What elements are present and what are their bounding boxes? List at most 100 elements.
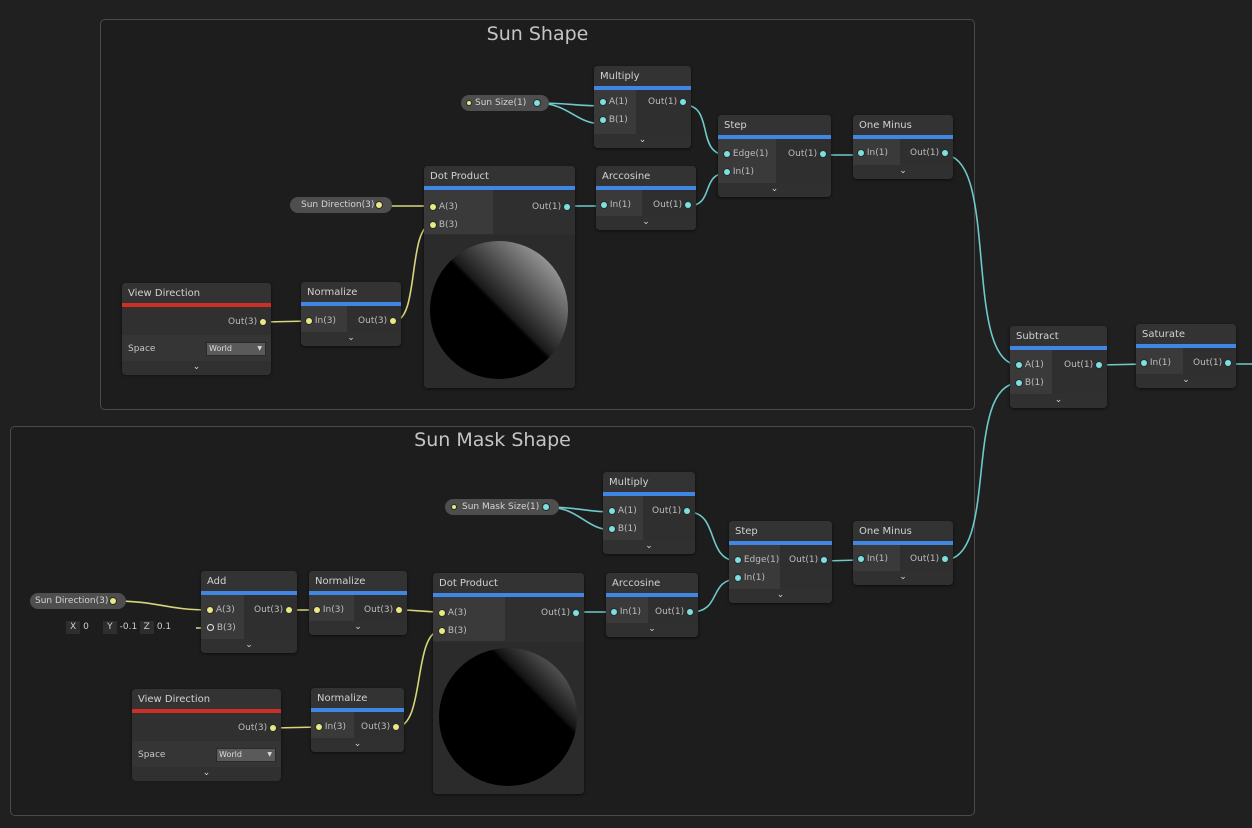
- node-view-direction-top[interactable]: View Direction Out(3) Space World ▼ ⌄: [122, 283, 271, 375]
- input-port-b[interactable]: [1016, 379, 1022, 386]
- space-dropdown[interactable]: World ▼: [206, 342, 266, 356]
- port-label: B(1): [617, 524, 637, 534]
- output-port[interactable]: [390, 317, 396, 324]
- port-label: A(1): [1024, 360, 1044, 370]
- output-port[interactable]: [534, 100, 540, 106]
- collapse-toggle[interactable]: ⌄: [853, 571, 953, 585]
- input-port-edge[interactable]: [724, 150, 730, 157]
- x-value-field[interactable]: 0: [80, 621, 104, 634]
- node-arccosine-top[interactable]: Arccosine In(1) Out(1) ⌄: [596, 166, 696, 230]
- node-arccosine-bottom[interactable]: Arccosine In(1) Out(1) ⌄: [606, 573, 698, 637]
- add-b-default-vector[interactable]: X 0 Y -0.1 Z 0.1: [66, 621, 177, 634]
- input-port-b[interactable]: [430, 221, 436, 228]
- input-port-in[interactable]: [735, 574, 741, 581]
- collapse-toggle[interactable]: ⌄: [122, 361, 271, 375]
- collapse-toggle[interactable]: ⌄: [603, 540, 695, 554]
- port-label: Out(3): [238, 723, 268, 733]
- port-label: A(3): [438, 202, 458, 212]
- node-one-minus-top[interactable]: One Minus In(1) Out(1) ⌄: [853, 115, 953, 179]
- collapse-toggle[interactable]: ⌄: [201, 639, 297, 653]
- collapse-toggle[interactable]: ⌄: [853, 165, 953, 179]
- input-port-a[interactable]: [430, 203, 436, 210]
- collapse-toggle[interactable]: ⌄: [1136, 374, 1236, 388]
- output-port[interactable]: [393, 723, 399, 730]
- collapse-toggle[interactable]: ⌄: [132, 767, 281, 781]
- input-port-in[interactable]: [724, 168, 730, 175]
- collapse-toggle[interactable]: ⌄: [729, 589, 832, 603]
- input-port-in[interactable]: [316, 723, 322, 730]
- collapse-toggle[interactable]: ⌄: [596, 216, 696, 230]
- collapse-toggle[interactable]: ⌄: [301, 332, 401, 346]
- output-port[interactable]: [685, 201, 691, 208]
- input-port-in[interactable]: [1141, 359, 1147, 366]
- output-port[interactable]: [680, 98, 686, 105]
- input-port-edge[interactable]: [735, 556, 741, 563]
- output-port[interactable]: [543, 504, 549, 510]
- property-sun-direction-bottom[interactable]: Sun Direction(3): [30, 593, 126, 609]
- output-port[interactable]: [564, 203, 570, 210]
- input-port-b[interactable]: [609, 525, 615, 532]
- input-port-in[interactable]: [611, 608, 617, 615]
- output-port[interactable]: [260, 318, 266, 325]
- collapse-toggle[interactable]: ⌄: [309, 621, 407, 635]
- input-port-a[interactable]: [1016, 361, 1022, 368]
- collapse-toggle[interactable]: ⌄: [1010, 394, 1107, 408]
- property-label: Sun Direction(3): [301, 200, 375, 210]
- node-add[interactable]: Add A(3) B(3) Out(3) ⌄: [201, 571, 297, 653]
- node-one-minus-bottom[interactable]: One Minus In(1) Out(1) ⌄: [853, 521, 953, 585]
- output-port[interactable]: [942, 555, 948, 562]
- space-dropdown[interactable]: World ▼: [216, 748, 276, 762]
- node-step-top[interactable]: Step Edge(1) In(1) Out(1) ⌄: [718, 115, 831, 197]
- port-label: Out(3): [361, 722, 391, 732]
- output-port[interactable]: [1096, 361, 1102, 368]
- node-multiply-top[interactable]: Multiply A(1) B(1) Out(1) ⌄: [594, 66, 691, 148]
- input-port-a[interactable]: [600, 98, 606, 105]
- input-port-b[interactable]: [600, 116, 606, 123]
- input-port-in[interactable]: [601, 201, 607, 208]
- collapse-toggle[interactable]: ⌄: [718, 183, 831, 197]
- output-port[interactable]: [821, 556, 827, 563]
- input-port-a[interactable]: [207, 606, 213, 613]
- input-port-a[interactable]: [609, 507, 615, 514]
- output-port[interactable]: [820, 150, 826, 157]
- node-saturate[interactable]: Saturate In(1) Out(1) ⌄: [1136, 324, 1236, 388]
- input-port-b[interactable]: [439, 627, 445, 634]
- node-normalize-bottom-a[interactable]: Normalize In(3) Out(3) ⌄: [309, 571, 407, 635]
- output-port[interactable]: [110, 598, 116, 604]
- node-title: Step: [729, 521, 832, 541]
- node-dot-product-top[interactable]: Dot Product A(3) B(3) Out(1): [424, 166, 575, 388]
- node-dot-product-bottom[interactable]: Dot Product A(3) B(3) Out(1): [433, 573, 584, 794]
- node-normalize-bottom-b[interactable]: Normalize In(3) Out(3) ⌄: [311, 688, 404, 752]
- node-step-bottom[interactable]: Step Edge(1) In(1) Out(1) ⌄: [729, 521, 832, 603]
- collapse-toggle[interactable]: ⌄: [311, 738, 404, 752]
- output-port[interactable]: [286, 606, 292, 613]
- input-port-b[interactable]: [207, 624, 214, 631]
- property-sun-mask-size[interactable]: Sun Mask Size(1): [445, 499, 559, 515]
- node-multiply-bottom[interactable]: Multiply A(1) B(1) Out(1) ⌄: [603, 472, 695, 554]
- output-port[interactable]: [684, 507, 690, 514]
- output-port[interactable]: [1225, 359, 1231, 366]
- input-port-in[interactable]: [306, 317, 312, 324]
- input-port-in[interactable]: [314, 606, 320, 613]
- port-label: Out(1): [655, 607, 685, 617]
- property-sun-size[interactable]: Sun Size(1): [461, 95, 549, 111]
- output-port[interactable]: [270, 724, 276, 731]
- collapse-toggle[interactable]: ⌄: [594, 134, 691, 148]
- collapse-toggle[interactable]: ⌄: [606, 623, 698, 637]
- node-view-direction-bottom[interactable]: View Direction Out(3) Space World ▼ ⌄: [132, 689, 281, 781]
- output-port[interactable]: [573, 609, 579, 616]
- node-subtract[interactable]: Subtract A(1) B(1) Out(1) ⌄: [1010, 326, 1107, 408]
- property-sun-direction[interactable]: Sun Direction(3): [290, 197, 392, 213]
- output-port[interactable]: [376, 202, 382, 208]
- y-value-field[interactable]: -0.1: [116, 621, 140, 634]
- node-normalize-top[interactable]: Normalize In(3) Out(3) ⌄: [301, 282, 401, 346]
- input-port-a[interactable]: [439, 609, 445, 616]
- port-label: B(3): [447, 626, 467, 636]
- input-port-in[interactable]: [858, 555, 864, 562]
- output-port[interactable]: [942, 149, 948, 156]
- input-port-in[interactable]: [858, 149, 864, 156]
- preview-sphere: [430, 241, 568, 379]
- output-port[interactable]: [396, 606, 402, 613]
- z-value-field[interactable]: 0.1: [153, 621, 177, 634]
- output-port[interactable]: [687, 608, 693, 615]
